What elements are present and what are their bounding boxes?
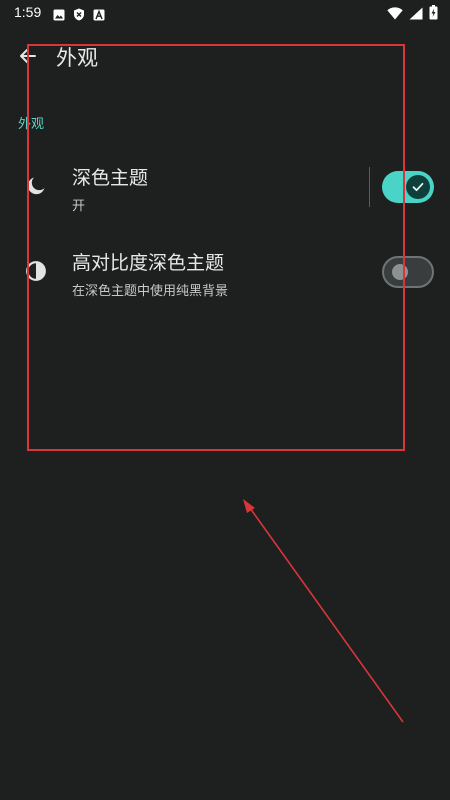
high-contrast-theme-summary: 在深色主题中使用纯黑背景 — [72, 284, 229, 299]
switch-thumb — [406, 175, 430, 199]
moon-icon — [25, 175, 47, 197]
image-icon — [53, 6, 65, 25]
row-divider — [369, 167, 370, 207]
status-time: 1:59 — [14, 4, 42, 20]
battery-icon — [429, 5, 438, 24]
check-icon — [412, 182, 424, 192]
settings-screen: 1:59 外观 外观 深色主题 开 高对比度深色主题 在深色主题中使用纯黑背景 — [0, 0, 450, 800]
high-contrast-theme-title: 高对比度深色主题 — [72, 252, 225, 274]
app-bar: 外观 — [0, 34, 450, 78]
switch-thumb — [392, 264, 408, 280]
dark-theme-title: 深色主题 — [72, 167, 149, 189]
dark-theme-setting[interactable]: 深色主题 开 — [0, 155, 450, 219]
status-bar: 1:59 — [0, 0, 450, 26]
font-a-icon — [93, 6, 105, 25]
signal-icon — [409, 5, 423, 24]
page-title: 外观 — [56, 46, 98, 70]
status-system-icons — [387, 5, 438, 24]
section-header: 外观 — [18, 117, 45, 132]
contrast-icon — [25, 260, 47, 282]
status-notification-icons — [53, 6, 105, 25]
dark-theme-switch[interactable] — [382, 171, 434, 203]
high-contrast-theme-setting[interactable]: 高对比度深色主题 在深色主题中使用纯黑背景 — [0, 240, 450, 304]
dark-theme-summary: 开 — [72, 199, 86, 214]
wifi-icon — [387, 5, 403, 24]
high-contrast-theme-switch[interactable] — [382, 256, 434, 288]
shield-icon — [73, 6, 85, 25]
arrow-back-icon[interactable] — [18, 46, 38, 66]
annotation-arrow — [243, 499, 404, 723]
